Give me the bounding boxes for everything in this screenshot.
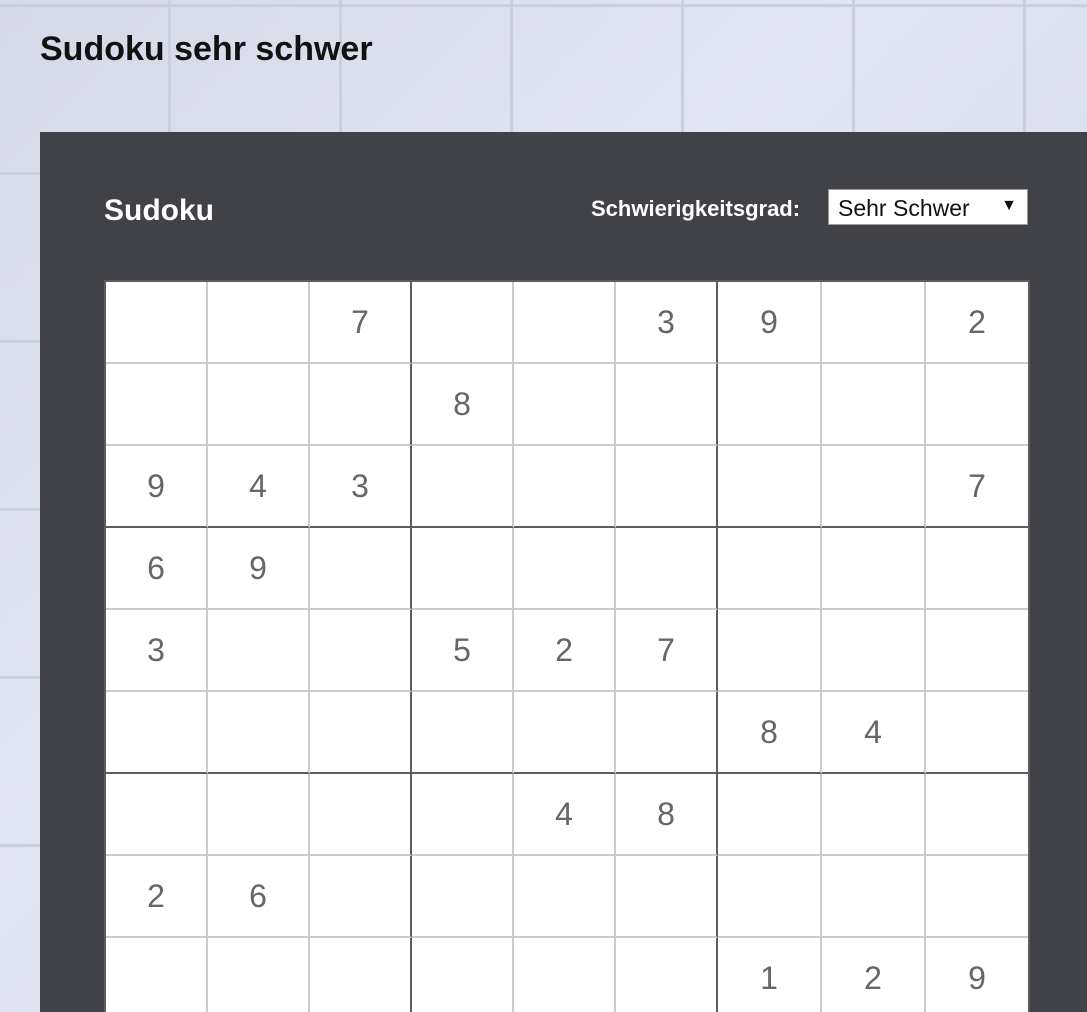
sudoku-cell-r4-c3[interactable] xyxy=(310,528,412,610)
sudoku-cell-r7-c3[interactable] xyxy=(310,774,412,856)
panel-title: Sudoku xyxy=(104,194,214,227)
sudoku-cell-r1-c6[interactable]: 3 xyxy=(616,282,718,364)
sudoku-cell-r2-c8[interactable] xyxy=(822,364,926,446)
difficulty-label: Schwierigkeitsgrad: xyxy=(591,196,801,221)
sudoku-cell-r4-c1[interactable]: 6 xyxy=(106,528,208,610)
dropdown-arrow-icon: ▼ xyxy=(1001,197,1017,214)
sudoku-cell-r1-c7[interactable]: 9 xyxy=(718,282,822,364)
sudoku-cell-r1-c5[interactable] xyxy=(514,282,616,364)
sudoku-cell-r6-c6[interactable] xyxy=(616,692,718,774)
sudoku-cell-r3-c4[interactable] xyxy=(412,446,514,528)
sudoku-panel: Sudoku Schwierigkeitsgrad: Sehr Schwer ▼… xyxy=(40,132,1087,1012)
sudoku-cell-r6-c5[interactable] xyxy=(514,692,616,774)
sudoku-cell-r7-c4[interactable] xyxy=(412,774,514,856)
sudoku-cell-r2-c7[interactable] xyxy=(718,364,822,446)
sudoku-cell-r2-c4[interactable]: 8 xyxy=(412,364,514,446)
sudoku-cell-r5-c9[interactable] xyxy=(926,610,1028,692)
sudoku-cell-r4-c4[interactable] xyxy=(412,528,514,610)
sudoku-cell-r4-c6[interactable] xyxy=(616,528,718,610)
sudoku-cell-r3-c1[interactable]: 9 xyxy=(106,446,208,528)
sudoku-cell-r8-c9[interactable] xyxy=(926,856,1028,938)
sudoku-cell-r2-c3[interactable] xyxy=(310,364,412,446)
sudoku-cell-r5-c8[interactable] xyxy=(822,610,926,692)
sudoku-cell-r3-c9[interactable]: 7 xyxy=(926,446,1028,528)
sudoku-cell-r5-c2[interactable] xyxy=(208,610,310,692)
sudoku-cell-r2-c9[interactable] xyxy=(926,364,1028,446)
sudoku-cell-r6-c1[interactable] xyxy=(106,692,208,774)
sudoku-cell-r3-c3[interactable]: 3 xyxy=(310,446,412,528)
sudoku-cell-r1-c9[interactable]: 2 xyxy=(926,282,1028,364)
sudoku-cell-r7-c9[interactable] xyxy=(926,774,1028,856)
sudoku-cell-r5-c3[interactable] xyxy=(310,610,412,692)
sudoku-cell-r9-c4[interactable] xyxy=(412,938,514,1012)
sudoku-cell-r7-c5[interactable]: 4 xyxy=(514,774,616,856)
sudoku-cell-r2-c2[interactable] xyxy=(208,364,310,446)
sudoku-cell-r1-c1[interactable] xyxy=(106,282,208,364)
difficulty-selected-value: Sehr Schwer xyxy=(838,195,970,221)
sudoku-cell-r7-c8[interactable] xyxy=(822,774,926,856)
sudoku-cell-r6-c8[interactable]: 4 xyxy=(822,692,926,774)
sudoku-cell-r3-c6[interactable] xyxy=(616,446,718,528)
sudoku-cell-r4-c2[interactable]: 9 xyxy=(208,528,310,610)
sudoku-cell-r2-c5[interactable] xyxy=(514,364,616,446)
sudoku-cell-r7-c2[interactable] xyxy=(208,774,310,856)
sudoku-cell-r8-c1[interactable]: 2 xyxy=(106,856,208,938)
sudoku-cell-r3-c7[interactable] xyxy=(718,446,822,528)
sudoku-cell-r4-c7[interactable] xyxy=(718,528,822,610)
sudoku-cell-r4-c5[interactable] xyxy=(514,528,616,610)
sudoku-cell-r8-c3[interactable] xyxy=(310,856,412,938)
sudoku-cell-r6-c7[interactable]: 8 xyxy=(718,692,822,774)
sudoku-cell-r9-c9[interactable]: 9 xyxy=(926,938,1028,1012)
sudoku-cell-r2-c6[interactable] xyxy=(616,364,718,446)
sudoku-cell-r5-c6[interactable]: 7 xyxy=(616,610,718,692)
sudoku-cell-r8-c2[interactable]: 6 xyxy=(208,856,310,938)
difficulty-select[interactable]: Sehr Schwer ▼ xyxy=(828,189,1028,225)
sudoku-cell-r3-c5[interactable] xyxy=(514,446,616,528)
sudoku-cell-r7-c6[interactable]: 8 xyxy=(616,774,718,856)
sudoku-cell-r8-c4[interactable] xyxy=(412,856,514,938)
sudoku-cell-r1-c8[interactable] xyxy=(822,282,926,364)
sudoku-cell-r9-c7[interactable]: 1 xyxy=(718,938,822,1012)
sudoku-cell-r9-c2[interactable] xyxy=(208,938,310,1012)
sudoku-cell-r1-c2[interactable] xyxy=(208,282,310,364)
sudoku-cell-r6-c2[interactable] xyxy=(208,692,310,774)
sudoku-cell-r9-c5[interactable] xyxy=(514,938,616,1012)
sudoku-cell-r7-c1[interactable] xyxy=(106,774,208,856)
sudoku-grid: 739289437693527844826129 xyxy=(104,280,1030,1012)
sudoku-cell-r1-c3[interactable]: 7 xyxy=(310,282,412,364)
sudoku-cell-r8-c5[interactable] xyxy=(514,856,616,938)
sudoku-cell-r7-c7[interactable] xyxy=(718,774,822,856)
sudoku-cell-r8-c7[interactable] xyxy=(718,856,822,938)
sudoku-cell-r5-c1[interactable]: 3 xyxy=(106,610,208,692)
sudoku-cell-r8-c6[interactable] xyxy=(616,856,718,938)
sudoku-cell-r8-c8[interactable] xyxy=(822,856,926,938)
sudoku-cell-r6-c9[interactable] xyxy=(926,692,1028,774)
sudoku-cell-r3-c2[interactable]: 4 xyxy=(208,446,310,528)
sudoku-cell-r6-c4[interactable] xyxy=(412,692,514,774)
sudoku-cell-r3-c8[interactable] xyxy=(822,446,926,528)
sudoku-cell-r2-c1[interactable] xyxy=(106,364,208,446)
page-title: Sudoku sehr schwer xyxy=(40,30,373,68)
sudoku-cell-r5-c7[interactable] xyxy=(718,610,822,692)
sudoku-cell-r9-c8[interactable]: 2 xyxy=(822,938,926,1012)
sudoku-cell-r5-c5[interactable]: 2 xyxy=(514,610,616,692)
sudoku-cell-r5-c4[interactable]: 5 xyxy=(412,610,514,692)
sudoku-cell-r9-c1[interactable] xyxy=(106,938,208,1012)
sudoku-cell-r4-c9[interactable] xyxy=(926,528,1028,610)
sudoku-cell-r9-c6[interactable] xyxy=(616,938,718,1012)
sudoku-cell-r9-c3[interactable] xyxy=(310,938,412,1012)
sudoku-cell-r1-c4[interactable] xyxy=(412,282,514,364)
sudoku-cell-r4-c8[interactable] xyxy=(822,528,926,610)
sudoku-cell-r6-c3[interactable] xyxy=(310,692,412,774)
